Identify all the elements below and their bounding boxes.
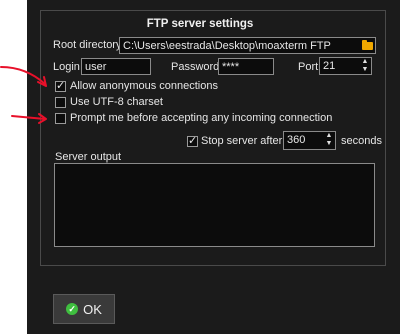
prompt-connection-label[interactable]: Prompt me before accepting any incoming … — [70, 112, 332, 124]
password-value: **** — [222, 61, 240, 73]
utf8-charset-label[interactable]: Use UTF-8 charset — [70, 96, 163, 108]
server-output-label: Server output — [55, 151, 122, 163]
ok-button[interactable]: ✓ OK — [53, 294, 115, 324]
ok-check-icon: ✓ — [66, 303, 79, 315]
password-field[interactable]: **** — [218, 58, 274, 75]
spinner-down-icon[interactable]: ▼ — [323, 140, 335, 148]
spinner-down-icon[interactable]: ▼ — [359, 66, 371, 74]
check-icon: ✓ — [188, 135, 198, 147]
server-output-area[interactable] — [54, 163, 375, 247]
annotation-arrows — [0, 66, 47, 124]
folder-icon[interactable] — [362, 40, 373, 50]
seconds-label: seconds — [341, 135, 382, 147]
spinner-up-icon[interactable]: ▲ — [323, 132, 335, 140]
dialog-title: FTP server settings — [146, 18, 254, 30]
stop-server-label[interactable]: Stop server after — [201, 135, 282, 147]
red-arrow-icon — [11, 113, 47, 124]
stop-server-spinner[interactable]: 360 ▲ ▼ — [283, 131, 336, 150]
red-arrow-icon — [0, 66, 47, 87]
stop-server-value: 360 — [287, 134, 306, 146]
port-spinner[interactable]: 21 ▲ ▼ — [319, 57, 372, 75]
stop-server-spinner-arrows[interactable]: ▲ ▼ — [323, 132, 335, 149]
root-directory-label: Root directory — [53, 39, 122, 51]
allow-anonymous-label[interactable]: Allow anonymous connections — [70, 80, 218, 92]
root-directory-value: C:\Users\eestrada\Desktop\moaxterm FTP — [123, 40, 331, 52]
login-field[interactable]: user — [81, 58, 151, 75]
login-value: user — [85, 61, 107, 73]
spinner-up-icon[interactable]: ▲ — [359, 58, 371, 66]
port-value: 21 — [323, 60, 336, 72]
stop-server-checkbox[interactable]: ✓ — [187, 135, 198, 147]
root-directory-field[interactable]: C:\Users\eestrada\Desktop\moaxterm FTP — [119, 37, 376, 54]
password-label: Password — [171, 61, 220, 73]
port-spinner-arrows[interactable]: ▲ ▼ — [359, 58, 371, 74]
ok-button-label: OK — [83, 301, 102, 317]
port-label: Port — [298, 61, 319, 73]
